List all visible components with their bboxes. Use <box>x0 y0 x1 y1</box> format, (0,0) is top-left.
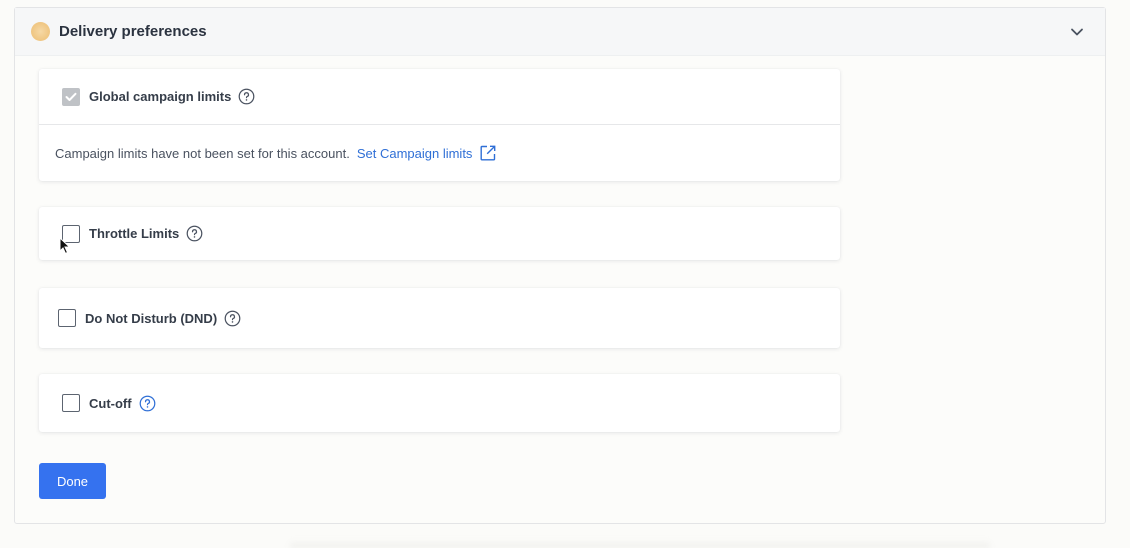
panel-title: Delivery preferences <box>59 23 207 40</box>
set-campaign-limits-label: Set Campaign limits <box>356 145 473 161</box>
done-button[interactable]: Done <box>39 463 106 499</box>
global-campaign-limits-checkbox[interactable] <box>62 87 80 106</box>
dnd-checkbox[interactable] <box>58 309 76 327</box>
help-icon[interactable] <box>186 225 203 242</box>
campaign-limits-message: Campaign limits have not been set for th… <box>55 145 350 161</box>
help-icon[interactable] <box>224 310 241 327</box>
chevron-down-icon[interactable] <box>1069 24 1085 40</box>
bottom-shadow <box>290 540 990 548</box>
dnd-card: Do Not Disturb (DND) <box>39 288 840 348</box>
cutoff-card: Cut-off <box>39 374 840 432</box>
check-icon <box>65 92 77 101</box>
mouse-cursor-icon <box>59 237 71 255</box>
dnd-label: Do Not Disturb (DND) <box>85 310 218 326</box>
cutoff-label: Cut-off <box>89 395 132 411</box>
external-link-icon <box>480 145 496 161</box>
delivery-preferences-panel: Delivery preferences Global campaign lim… <box>14 7 1106 524</box>
help-icon[interactable] <box>238 88 255 105</box>
help-icon[interactable] <box>139 395 156 412</box>
status-dot-icon <box>31 22 50 41</box>
throttle-limits-card: Throttle Limits <box>39 207 840 260</box>
panel-header[interactable]: Delivery preferences <box>15 8 1105 56</box>
throttle-limits-label: Throttle Limits <box>89 226 180 241</box>
cutoff-checkbox[interactable] <box>62 394 80 412</box>
set-campaign-limits-link[interactable]: Set Campaign limits <box>357 144 498 162</box>
global-campaign-limits-label: Global campaign limits <box>89 89 232 104</box>
global-campaign-limits-card: Global campaign limits Campaign limits h… <box>39 69 840 181</box>
